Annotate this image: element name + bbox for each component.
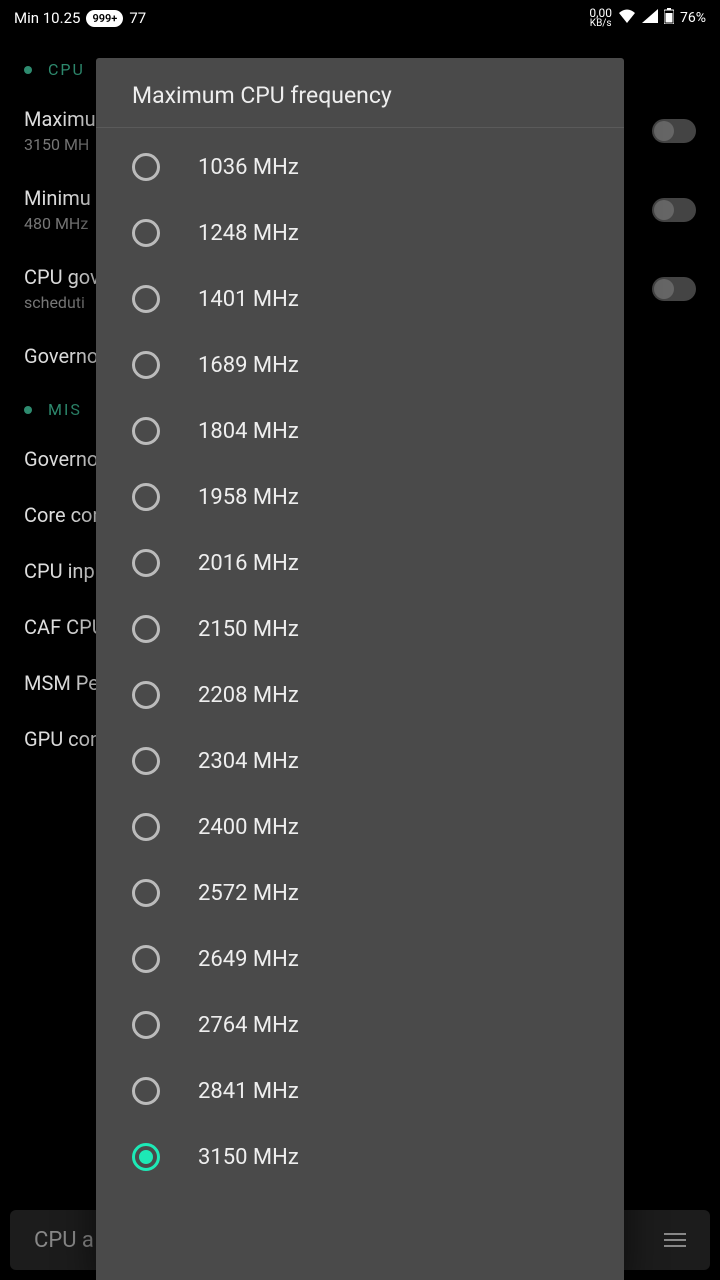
frequency-option[interactable]: 2649 MHz [96,926,624,992]
setting-title: Minimu [24,186,91,210]
bottom-bar-label: CPU a [34,1228,94,1253]
setting-title: Governo [24,344,98,368]
option-label: 3150 MHz [198,1145,299,1170]
radio-icon[interactable] [132,1077,160,1105]
frequency-option[interactable]: 1804 MHz [96,398,624,464]
status-bar: Min 10.25 999+ 77 0,00 KB/s 76% [0,0,720,36]
radio-icon[interactable] [132,1011,160,1039]
setting-subtitle: 480 MHz [24,214,91,233]
option-label: 2572 MHz [198,881,299,906]
status-notif: 77 [129,9,146,27]
radio-icon[interactable] [132,219,160,247]
option-label: 1036 MHz [198,155,299,180]
option-label: 2304 MHz [198,749,299,774]
option-label: 2841 MHz [198,1079,299,1104]
setting-title: Core con [24,503,104,527]
toggle-switch[interactable] [652,277,696,301]
frequency-option[interactable]: 3150 MHz [96,1124,624,1190]
setting-title: CAF CPU [24,615,105,639]
frequency-option[interactable]: 2016 MHz [96,530,624,596]
toggle-switch[interactable] [652,119,696,143]
frequency-option[interactable]: 2304 MHz [96,728,624,794]
status-right: 0,00 KB/s 76% [589,7,706,29]
network-speed: 0,00 KB/s [589,7,612,29]
notification-badge: 999+ [86,10,123,27]
option-label: 2150 MHz [198,617,299,642]
setting-title: GPU con [24,727,101,751]
radio-icon[interactable] [132,681,160,709]
radio-icon[interactable] [132,945,160,973]
cpu-frequency-dialog: Maximum CPU frequency 1036 MHz 1248 MHz 14… [96,58,624,1280]
battery-percent: 76% [680,10,706,26]
menu-icon[interactable] [664,1233,686,1247]
frequency-option[interactable]: 2572 MHz [96,860,624,926]
option-label: 1804 MHz [198,419,299,444]
setting-subtitle: 3150 MH [24,135,96,154]
radio-icon[interactable] [132,549,160,577]
status-time: Min 10.25 [14,9,80,27]
wifi-icon [618,9,636,27]
radio-icon[interactable] [132,351,160,379]
setting-title: Maximu [24,107,96,131]
status-left: Min 10.25 999+ 77 [14,9,146,27]
radio-icon[interactable] [132,747,160,775]
option-label: 2764 MHz [198,1013,299,1038]
dialog-option-list[interactable]: 1036 MHz 1248 MHz 1401 MHz 1689 MHz 1804 MHz… [96,128,624,1280]
setting-title: CPU inpu [24,559,106,583]
radio-icon[interactable] [132,417,160,445]
option-label: 2208 MHz [198,683,299,708]
section-dot-icon [24,406,32,414]
frequency-option[interactable]: 1401 MHz [96,266,624,332]
option-label: 2400 MHz [198,815,299,840]
radio-icon[interactable] [132,483,160,511]
toggle-switch[interactable] [652,198,696,222]
setting-subtitle: scheduti [24,293,100,312]
option-label: 1401 MHz [198,287,299,312]
frequency-option[interactable]: 2841 MHz [96,1058,624,1124]
battery-icon [664,8,674,28]
option-label: 1248 MHz [198,221,299,246]
radio-icon[interactable] [132,813,160,841]
option-label: 2016 MHz [198,551,299,576]
frequency-option[interactable]: 1036 MHz [96,134,624,200]
option-label: 2649 MHz [198,947,299,972]
setting-title: MSM Per [24,671,106,695]
radio-icon[interactable] [132,1143,160,1171]
frequency-option[interactable]: 2150 MHz [96,596,624,662]
frequency-option[interactable]: 2400 MHz [96,794,624,860]
radio-icon[interactable] [132,285,160,313]
frequency-option[interactable]: 1248 MHz [96,200,624,266]
signal-icon [642,9,658,27]
radio-icon[interactable] [132,615,160,643]
option-label: 1689 MHz [198,353,299,378]
setting-title: CPU gov [24,265,100,289]
setting-title: Governo [24,447,98,471]
radio-icon[interactable] [132,879,160,907]
section-dot-icon [24,66,32,74]
frequency-option[interactable]: 1958 MHz [96,464,624,530]
dialog-title: Maximum CPU frequency [96,58,624,128]
option-label: 1958 MHz [198,485,299,510]
frequency-option[interactable]: 2208 MHz [96,662,624,728]
frequency-option[interactable]: 2764 MHz [96,992,624,1058]
radio-icon[interactable] [132,153,160,181]
frequency-option[interactable]: 1689 MHz [96,332,624,398]
